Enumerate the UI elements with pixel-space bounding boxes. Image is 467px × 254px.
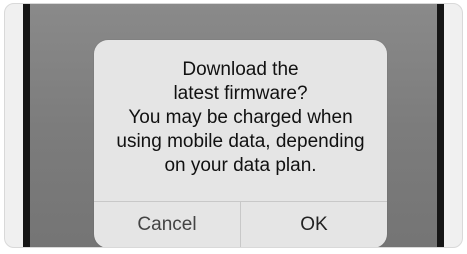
cancel-button[interactable]: Cancel: [94, 202, 240, 247]
alert-message-line: using mobile data, depending: [116, 131, 365, 152]
alert-actions: Cancel OK: [94, 201, 387, 247]
alert-message-line: on your data plan.: [164, 155, 317, 176]
ok-button[interactable]: OK: [240, 202, 387, 247]
alert-message-line: latest firmware?: [173, 83, 308, 104]
alert-message-line: Download the: [182, 59, 299, 80]
alert-message-line: You may be charged when: [128, 107, 353, 128]
alert-message: Download the latest firmware? You may be…: [94, 58, 387, 178]
firmware-download-alert: Download the latest firmware? You may be…: [94, 40, 387, 247]
screenshot-frame: Download the latest firmware? You may be…: [4, 3, 463, 248]
